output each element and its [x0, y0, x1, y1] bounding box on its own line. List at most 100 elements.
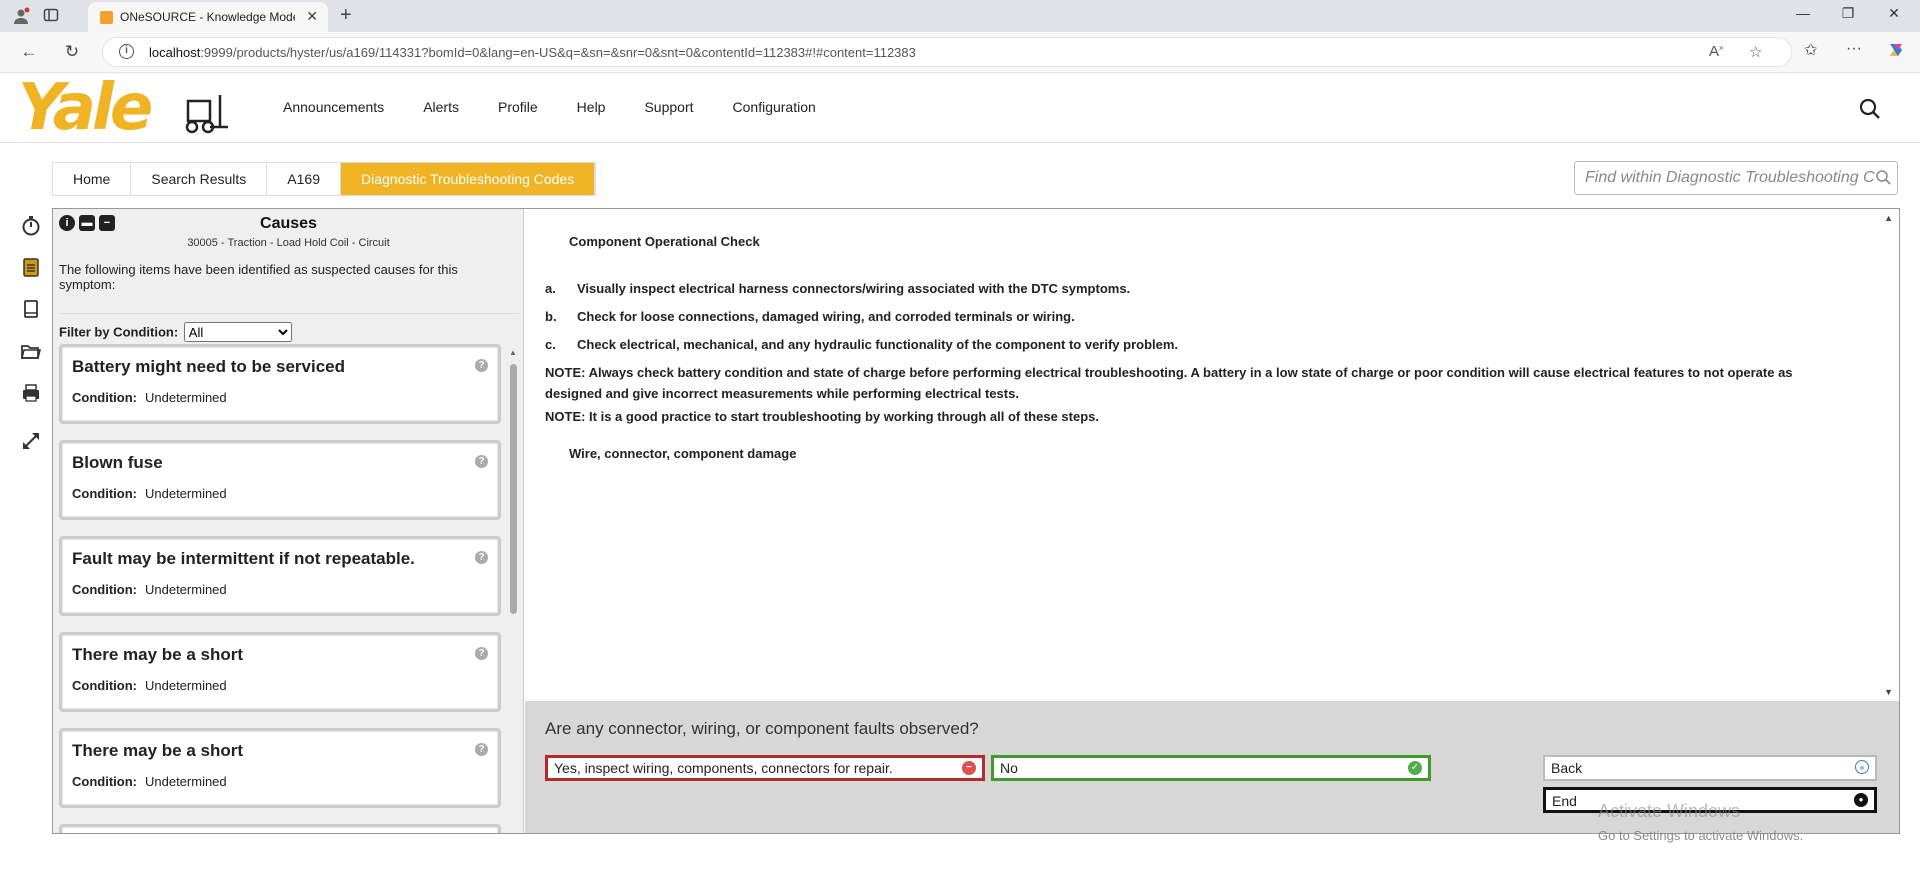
crumb-dtc[interactable]: Diagnostic Troubleshooting Codes: [341, 163, 596, 195]
browser-navbar: ← ↻ i localhost:9999/products/hyster/us/…: [0, 32, 1920, 73]
condition-filter-select[interactable]: All: [183, 322, 292, 342]
check-circle-icon: ✓: [1408, 761, 1422, 775]
crumb-a169[interactable]: A169: [267, 163, 341, 195]
minimize-icon[interactable]: —: [1793, 5, 1813, 21]
answer-yes-button[interactable]: Yes, inspect wiring, components, connect…: [545, 755, 985, 781]
crumb-search-results[interactable]: Search Results: [131, 163, 268, 195]
nav-help[interactable]: Help: [577, 99, 606, 115]
url-text[interactable]: localhost:9999/products/hyster/us/a169/1…: [149, 45, 916, 60]
tab-actions-icon[interactable]: [42, 7, 60, 25]
answer-no-label: No: [1000, 760, 1018, 776]
cause-condition: Condition: Undetermined: [72, 486, 227, 501]
tab-title: ONeSOURCE - Knowledge Model: [120, 10, 295, 24]
help-icon[interactable]: ?: [475, 359, 488, 372]
causes-subtitle: 30005 - Traction - Load Hold Coil - Circ…: [187, 237, 390, 249]
yale-logo[interactable]: Yale: [18, 73, 153, 143]
back-label: Back: [1551, 760, 1583, 776]
nav-configuration[interactable]: Configuration: [733, 99, 816, 115]
causes-description: The following items have been identified…: [59, 262, 458, 292]
site-search-icon[interactable]: [1858, 97, 1882, 121]
cause-title: There may be a short: [72, 645, 244, 664]
answer-no-button[interactable]: No ✓: [991, 755, 1431, 781]
breadcrumb: Home Search Results A169 Diagnostic Trou…: [52, 162, 597, 196]
main-frame: i ▬ − Causes 30005 - Traction - Load Hol…: [52, 208, 1900, 834]
folder-open-icon[interactable]: [20, 340, 42, 362]
cause-condition: Condition: Undetermined: [72, 774, 227, 789]
help-icon[interactable]: ?: [475, 743, 488, 756]
site-header: Yale Announcements Alerts Profile Help S…: [0, 73, 1920, 143]
find-search-icon[interactable]: [1875, 169, 1891, 185]
cause-title: Blown fuse: [72, 453, 163, 472]
troubleshooting-content: Component Operational Check a. Visually i…: [525, 209, 1899, 701]
filter-label: Filter by Condition:: [59, 324, 179, 340]
clipboard-icon[interactable]: [20, 256, 42, 278]
help-icon[interactable]: ?: [475, 551, 488, 564]
cause-condition: Condition: Undetermined: [72, 678, 227, 693]
scroll-up-icon[interactable]: ▲: [509, 348, 517, 357]
close-window-icon[interactable]: ✕: [1884, 5, 1904, 22]
step-item: c. Check electrical, mechanical, and any …: [545, 337, 1179, 352]
nav-support[interactable]: Support: [644, 99, 693, 115]
help-icon[interactable]: ?: [475, 455, 488, 468]
crumb-home[interactable]: Home: [53, 163, 132, 195]
causes-title: Causes: [260, 215, 317, 232]
content-subheading: Wire, connector, component damage: [569, 446, 797, 461]
stopwatch-icon[interactable]: [20, 214, 42, 236]
causes-scrollbar[interactable]: ▲: [508, 344, 518, 829]
cause-title: Fault may be intermittent if not repeata…: [72, 549, 415, 568]
find-within-input[interactable]: [1585, 163, 1875, 193]
help-icon[interactable]: ?: [475, 647, 488, 660]
condition-filter: Filter by Condition: All: [59, 313, 519, 342]
back-button[interactable]: Back «: [1543, 755, 1877, 781]
stop-circle-icon: ●: [1854, 793, 1868, 807]
new-tab-icon[interactable]: +: [340, 4, 352, 27]
question-text: Are any connector, wiring, or component …: [545, 719, 979, 738]
nav-alerts[interactable]: Alerts: [423, 99, 459, 115]
minus-circle-icon: −: [962, 761, 976, 775]
nav-profile[interactable]: Profile: [498, 99, 538, 115]
cause-card[interactable]: Blown fuse Condition: Undetermined ?: [59, 440, 501, 520]
more-menu-icon[interactable]: ···: [1846, 40, 1862, 58]
cause-card[interactable]: Battery might need to be serviced Condit…: [59, 344, 501, 424]
answer-yes-label: Yes, inspect wiring, components, connect…: [554, 760, 893, 776]
cause-card[interactable]: There may be a short Condition: Undetermi…: [59, 728, 501, 808]
scroll-thumb[interactable]: [510, 364, 517, 614]
cause-card[interactable]: Fault may be intermittent if not repeata…: [59, 536, 501, 616]
restore-icon[interactable]: ❐: [1838, 5, 1858, 22]
expand-arrows-icon[interactable]: [20, 430, 42, 452]
read-aloud-icon[interactable]: A»: [1709, 43, 1723, 60]
end-label: End: [1552, 793, 1577, 809]
forklift-logo-icon: [185, 95, 228, 134]
cause-card[interactable]: There may be a short Condition: Undetermi…: [59, 632, 501, 712]
step-item: a. Visually inspect electrical harness co…: [545, 281, 1131, 296]
profile-icon[interactable]: [12, 7, 30, 25]
browser-tabbar: ONeSOURCE - Knowledge Model ✕ + — ❐ ✕: [0, 0, 1920, 32]
cause-list: Battery might need to be serviced Condit…: [59, 344, 501, 833]
favorite-star-icon[interactable]: ☆: [1749, 43, 1762, 61]
site-info-icon[interactable]: i: [119, 44, 134, 59]
content-heading: Component Operational Check: [569, 234, 760, 249]
tab-close-icon[interactable]: ✕: [306, 8, 318, 25]
browser-tab[interactable]: ONeSOURCE - Knowledge Model ✕: [88, 2, 328, 32]
reload-icon[interactable]: ↻: [61, 42, 83, 62]
rewind-icon: «: [1855, 760, 1869, 774]
copilot-icon[interactable]: [1886, 40, 1906, 65]
address-bar[interactable]: i localhost:9999/products/hyster/us/a169…: [102, 37, 1792, 67]
activate-windows-title: Activate Windows: [1598, 801, 1741, 821]
causes-panel: i ▬ − Causes 30005 - Traction - Load Hol…: [53, 209, 524, 833]
cause-condition: Condition: Undetermined: [72, 582, 227, 597]
find-within-box: [1574, 161, 1898, 195]
note-practice: NOTE: It is a good practice to start tro…: [545, 409, 1099, 424]
cause-card[interactable]: [59, 824, 501, 833]
content-scroll-down-icon[interactable]: ▼: [1884, 687, 1893, 697]
nav-announcements[interactable]: Announcements: [283, 99, 384, 115]
manual-book-icon[interactable]: [20, 298, 42, 320]
print-icon[interactable]: [20, 382, 42, 404]
back-arrow-icon[interactable]: ←: [18, 42, 40, 62]
content-scroll-up-icon[interactable]: ▲: [1884, 213, 1893, 223]
cause-condition: Condition: Undetermined: [72, 390, 227, 405]
note-battery: NOTE: Always check battery condition and…: [545, 365, 1793, 401]
step-item: b. Check for loose connections, damaged w…: [545, 309, 1075, 324]
favorites-icon[interactable]: ✩: [1804, 40, 1817, 60]
cause-title: Battery might need to be serviced: [72, 357, 346, 376]
